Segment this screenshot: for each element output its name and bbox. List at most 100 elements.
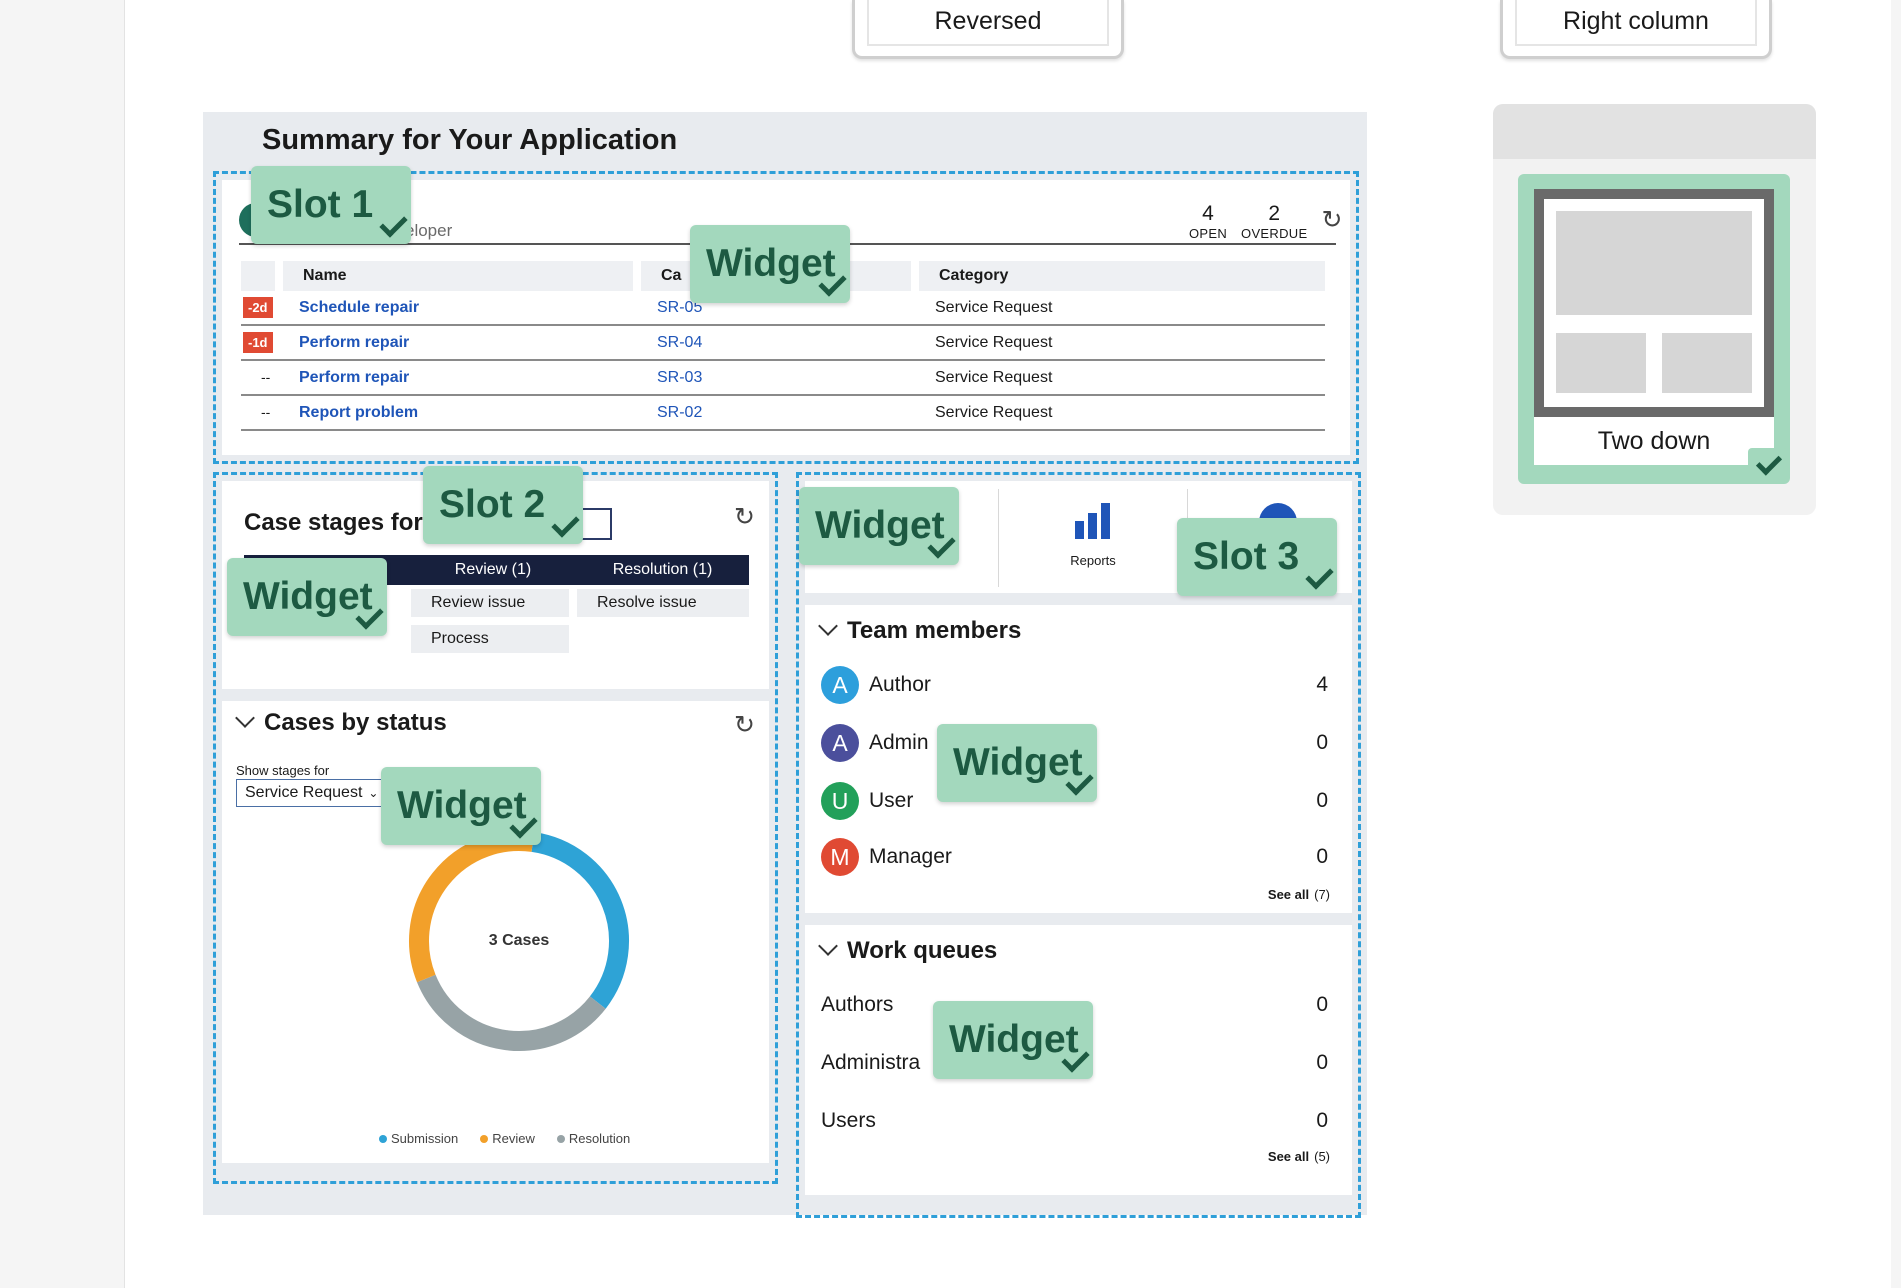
queue-name: Users [821, 1109, 876, 1132]
tag-label: Widget [953, 741, 1083, 784]
check-icon [1305, 561, 1334, 590]
legend-item-resolution: Resolution [556, 1131, 631, 1146]
col-name[interactable]: Name [275, 261, 637, 291]
member-count: 4 [1316, 673, 1328, 696]
avatar: U [821, 782, 859, 820]
thumbnail-top-region [1556, 211, 1752, 315]
work-queues-header[interactable]: Work queues [818, 936, 997, 965]
category-cell: Service Request [915, 291, 1325, 326]
stage-review[interactable]: Review (1) [410, 555, 576, 585]
donut-slice-submission[interactable] [531, 832, 629, 1009]
widget-tag-case-stages: Widget [227, 558, 387, 636]
queue-name: Authors [821, 993, 894, 1016]
thumbnail-right-region [1662, 333, 1752, 393]
donut-center-label: 3 Cases [489, 932, 550, 949]
queue-count: 0 [1316, 993, 1328, 1016]
legend-label: Review [492, 1131, 535, 1146]
urgency-badge: -2d [243, 297, 273, 318]
widget-tag-work-queues: Widget [933, 1001, 1093, 1079]
table-row: -- Report problem SR-02 Service Request [241, 395, 1325, 431]
avatar: M [821, 838, 859, 876]
tag-label: Widget [397, 784, 527, 827]
donut-slice-review[interactable] [409, 831, 535, 983]
case-type-dropdown[interactable] [582, 508, 612, 540]
open-count: 4 OPEN [1189, 202, 1227, 241]
reports-tile[interactable]: Reports [999, 481, 1187, 593]
chevron-down-icon [235, 708, 255, 728]
see-all-link[interactable]: See all (7) [1268, 887, 1330, 902]
reports-label: Reports [1070, 553, 1116, 568]
case-type-select[interactable]: Service Request ⌄ [236, 779, 386, 807]
see-all-label: See all [1267, 1149, 1310, 1164]
task-resolve-issue[interactable]: Resolve issue [577, 589, 749, 617]
layout-option-reversed[interactable]: Reversed [852, 0, 1124, 59]
member-count: 0 [1316, 789, 1328, 812]
tag-label: Widget [706, 242, 836, 285]
chevron-down-icon [818, 616, 838, 636]
chevron-down-icon: ⌄ [368, 786, 379, 800]
refresh-icon[interactable]: ↻ [1321, 208, 1342, 233]
queue-row[interactable]: Users 0 [805, 1101, 1352, 1141]
stage-resolution[interactable]: Resolution (1) [576, 555, 749, 585]
show-stages-label: Show stages for [236, 763, 330, 778]
team-members-header[interactable]: Team members [818, 616, 1021, 645]
member-name: Manager [869, 845, 952, 868]
urgency-cell: -1d [241, 325, 279, 361]
operator-role: eloper [405, 221, 453, 240]
donut-chart: 3 Cases [409, 831, 629, 1051]
member-count: 0 [1316, 731, 1328, 754]
urgency-badge: -1d [243, 332, 273, 353]
overdue-count-label: OVERDUE [1241, 226, 1308, 241]
case-id-link[interactable]: SR-04 [657, 334, 702, 351]
worklist-counts: 4 OPEN 2 OVERDUE ↻ [1189, 202, 1342, 241]
bar-chart-icon [1075, 503, 1110, 539]
member-row[interactable]: M Manager 0 [805, 835, 1352, 879]
layout-option-two-down[interactable]: Two down [1518, 174, 1790, 484]
refresh-icon[interactable]: ↻ [734, 713, 755, 738]
case-name-link[interactable]: Schedule repair [299, 299, 419, 316]
cases-by-status-header[interactable]: Cases by status [235, 708, 447, 737]
queue-name: Administra [821, 1051, 921, 1074]
task-process[interactable]: Process [411, 625, 569, 653]
see-all-link[interactable]: See all (5) [1268, 1149, 1330, 1164]
see-all-count: (7) [1314, 887, 1330, 902]
avatar: A [821, 724, 859, 762]
case-id-link[interactable]: SR-02 [657, 404, 702, 421]
case-id-link[interactable]: SR-03 [657, 369, 702, 386]
legend-item-review: Review [480, 1131, 535, 1146]
legend-label: Submission [391, 1131, 459, 1146]
widget-tag-worklist: Widget [690, 225, 850, 303]
widget-tag-cases-by-status: Widget [381, 767, 541, 845]
task-review-issue[interactable]: Review issue [411, 589, 569, 617]
chevron-down-icon [818, 936, 838, 956]
case-id-cell: SR-04 [637, 325, 915, 361]
slot-3-tag: Slot 3 [1177, 518, 1337, 596]
preview-header [1493, 104, 1816, 159]
urgency-cell: -- [241, 360, 279, 396]
legend-label: Resolution [568, 1131, 631, 1146]
layout-option-right-column[interactable]: Right column [1500, 0, 1772, 59]
see-all-count: (5) [1314, 1149, 1330, 1164]
case-name-link[interactable]: Perform repair [299, 369, 409, 386]
avatar: A [821, 666, 859, 704]
open-count-value: 4 [1202, 202, 1214, 225]
case-id-cell: SR-02 [637, 395, 915, 431]
category-cell: Service Request [915, 360, 1325, 396]
tag-label: Slot 1 [267, 183, 374, 226]
member-count: 0 [1316, 845, 1328, 868]
case-name-link[interactable]: Perform repair [299, 334, 409, 351]
case-stages-heading: Case stages for [244, 509, 423, 536]
widget-tag-tiles: Widget [799, 487, 959, 565]
member-name: Admin [869, 731, 929, 754]
col-category[interactable]: Category [911, 261, 1325, 291]
refresh-icon[interactable]: ↻ [734, 505, 755, 530]
donut-slice-resolution[interactable] [417, 974, 606, 1051]
case-name-link[interactable]: Report problem [299, 404, 418, 421]
col-urgency[interactable] [241, 261, 279, 291]
open-count-label: OPEN [1189, 226, 1228, 241]
name-cell: Perform repair [279, 360, 637, 396]
member-row[interactable]: A Author 4 [805, 663, 1352, 707]
tag-label: Slot 2 [439, 483, 546, 526]
layout-thumbnail [1534, 189, 1774, 417]
tag-label: Slot 3 [1193, 535, 1300, 578]
